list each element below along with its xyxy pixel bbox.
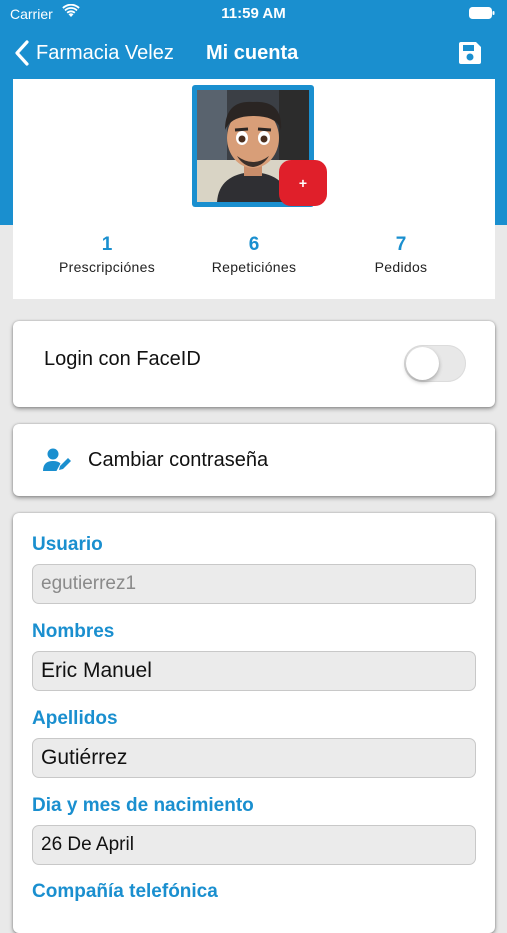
battery-icon — [469, 7, 495, 19]
last-names-label: Apellidos — [32, 708, 118, 729]
status-bar: Carrier 11:59 AM — [0, 0, 507, 28]
stat-label: Pedidos — [374, 259, 428, 275]
username-field — [32, 564, 476, 604]
back-button[interactable]: Farmacia Velez — [12, 38, 174, 68]
birthday-label: Dia y mes de nacimiento — [32, 795, 254, 816]
change-password-label: Cambiar contraseña — [88, 449, 269, 471]
stat-prescriptions: 1 Prescripciónes — [27, 234, 187, 275]
change-password-button[interactable]: Cambiar contraseña — [13, 424, 495, 496]
first-names-field[interactable] — [32, 651, 476, 691]
save-icon[interactable] — [456, 39, 484, 67]
toggle-knob — [406, 347, 439, 380]
stat-orders: 7 Pedidos — [321, 234, 481, 275]
back-label: Farmacia Velez — [36, 41, 174, 64]
account-form: Usuario Nombres Apellidos Dia y mes de n… — [13, 513, 495, 933]
stat-label: Repeticiónes — [211, 259, 297, 275]
navigation-bar: Farmacia Velez Mi cuenta — [0, 30, 507, 76]
stat-label: Prescripciónes — [58, 259, 155, 275]
faceid-toggle[interactable] — [404, 345, 466, 382]
profile-card: + 1 Prescripciónes 6 Repeticiónes 7 Pedi… — [13, 79, 495, 299]
username-label: Usuario — [32, 534, 103, 555]
birthday-field[interactable] — [32, 825, 476, 865]
stat-repetitions: 6 Repeticiónes — [174, 234, 334, 275]
stat-value: 7 — [395, 234, 407, 255]
faceid-label: Login con FaceID — [44, 348, 201, 370]
first-names-label: Nombres — [32, 621, 115, 642]
faceid-card: Login con FaceID — [13, 321, 495, 407]
chevron-left-icon — [15, 40, 29, 66]
user-edit-icon — [43, 448, 71, 471]
page-title: Mi cuenta — [206, 42, 299, 64]
stat-value: 1 — [101, 234, 113, 255]
last-names-field[interactable] — [32, 738, 476, 778]
stat-value: 6 — [248, 234, 260, 255]
status-time: 11:59 AM — [221, 5, 286, 22]
add-photo-button[interactable]: + — [279, 160, 327, 206]
